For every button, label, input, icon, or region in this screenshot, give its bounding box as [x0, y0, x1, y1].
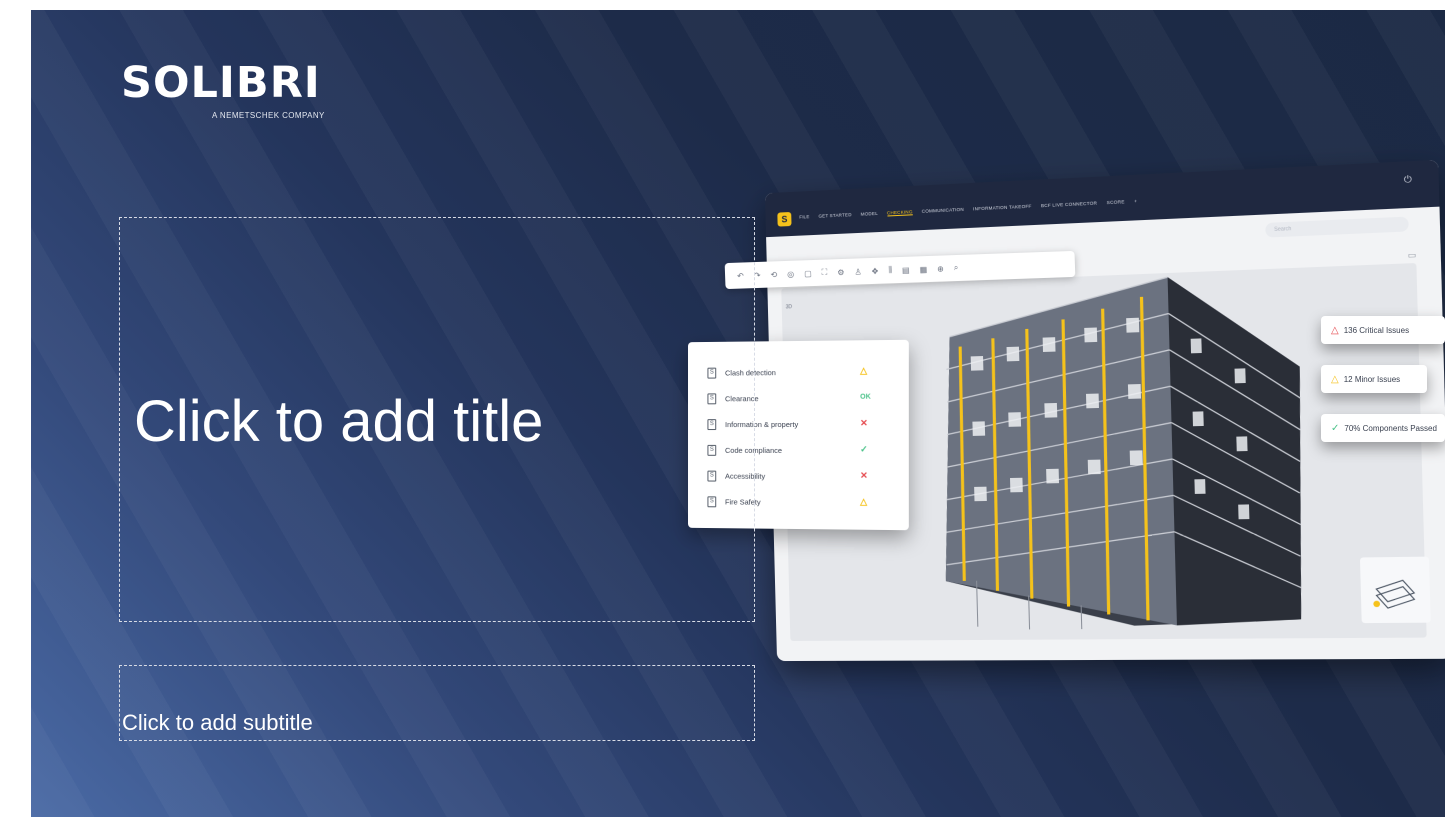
viewport-label: 3D [786, 304, 793, 310]
pass-icon: ✓ [860, 444, 868, 455]
menu-item: INFORMATION TAKEOFF [973, 204, 1032, 213]
warning-icon: △ [860, 496, 867, 507]
title-placeholder-text: Click to add title [134, 388, 543, 455]
fail-icon: ✕ [860, 470, 868, 481]
menu-item: + [1134, 199, 1137, 205]
menu-item: BCF LIVE CONNECTOR [1041, 200, 1097, 209]
minor-issues-count: 12 Minor Issues [1344, 375, 1400, 384]
zoom-in-icon: ⊕ [937, 264, 944, 273]
menu-item: MODEL [861, 211, 878, 218]
building-model-image [928, 261, 1318, 632]
expand-icon: ⛶ [822, 268, 828, 278]
minor-issues-card: △ 12 Minor Issues [1321, 365, 1427, 393]
settings-icon: ⚙ [837, 267, 844, 276]
layers-icon: ▤ [902, 265, 910, 274]
critical-warning-icon: △ [1331, 325, 1339, 336]
menu-item: SCORE [1107, 199, 1125, 206]
title-placeholder[interactable]: Click to add title [119, 217, 755, 622]
search-icon: ⌕ [954, 263, 959, 273]
menu-item: COMMUNICATION [922, 207, 964, 215]
components-passed-card: ✓ 70% Components Passed [1321, 414, 1445, 442]
slide-canvas: SOLIBRI A NEMETSCHEK COMPANY S FILE GET S… [31, 10, 1445, 817]
frame-icon: ▢ [804, 269, 812, 278]
warning-icon: △ [860, 365, 867, 376]
rotate-icon: ⟲ [770, 270, 777, 279]
minimap-building-icon [1360, 557, 1431, 624]
ok-status: OK [860, 394, 871, 401]
minimap [1360, 557, 1431, 624]
check-icon: ✓ [1331, 423, 1339, 434]
logo-tagline: A NEMETSCHEK COMPANY [212, 111, 325, 120]
subtitle-placeholder-text: Click to add subtitle [122, 710, 313, 736]
viewport-toggle-icon: ▭ [1408, 250, 1417, 260]
menu-item: GET STARTED [818, 212, 851, 220]
app-search-field: Search [1265, 217, 1409, 238]
subtitle-placeholder[interactable]: Click to add subtitle [119, 665, 755, 741]
app-logo-icon: S [777, 212, 791, 227]
columns-icon: ⫼ [888, 265, 892, 275]
critical-issues-count: 136 Critical Issues [1344, 326, 1409, 335]
move-icon: ✥ [871, 266, 878, 275]
target-icon: ◎ [787, 269, 794, 278]
app-menu: FILE GET STARTED MODEL CHECKING COMMUNICATIO… [799, 199, 1137, 221]
grid-icon: ▦ [919, 265, 927, 274]
minor-warning-icon: △ [1331, 374, 1339, 385]
hierarchy-icon: ♙ [854, 267, 861, 276]
menu-item: FILE [799, 214, 809, 220]
components-passed-text: 70% Components Passed [1344, 424, 1437, 433]
solibri-logo: SOLIBRI [121, 62, 321, 105]
power-icon: ⏻ [1404, 174, 1412, 186]
menu-item: CHECKING [887, 209, 913, 216]
critical-issues-card: △ 136 Critical Issues [1321, 316, 1445, 344]
fail-icon: ✕ [860, 418, 868, 429]
